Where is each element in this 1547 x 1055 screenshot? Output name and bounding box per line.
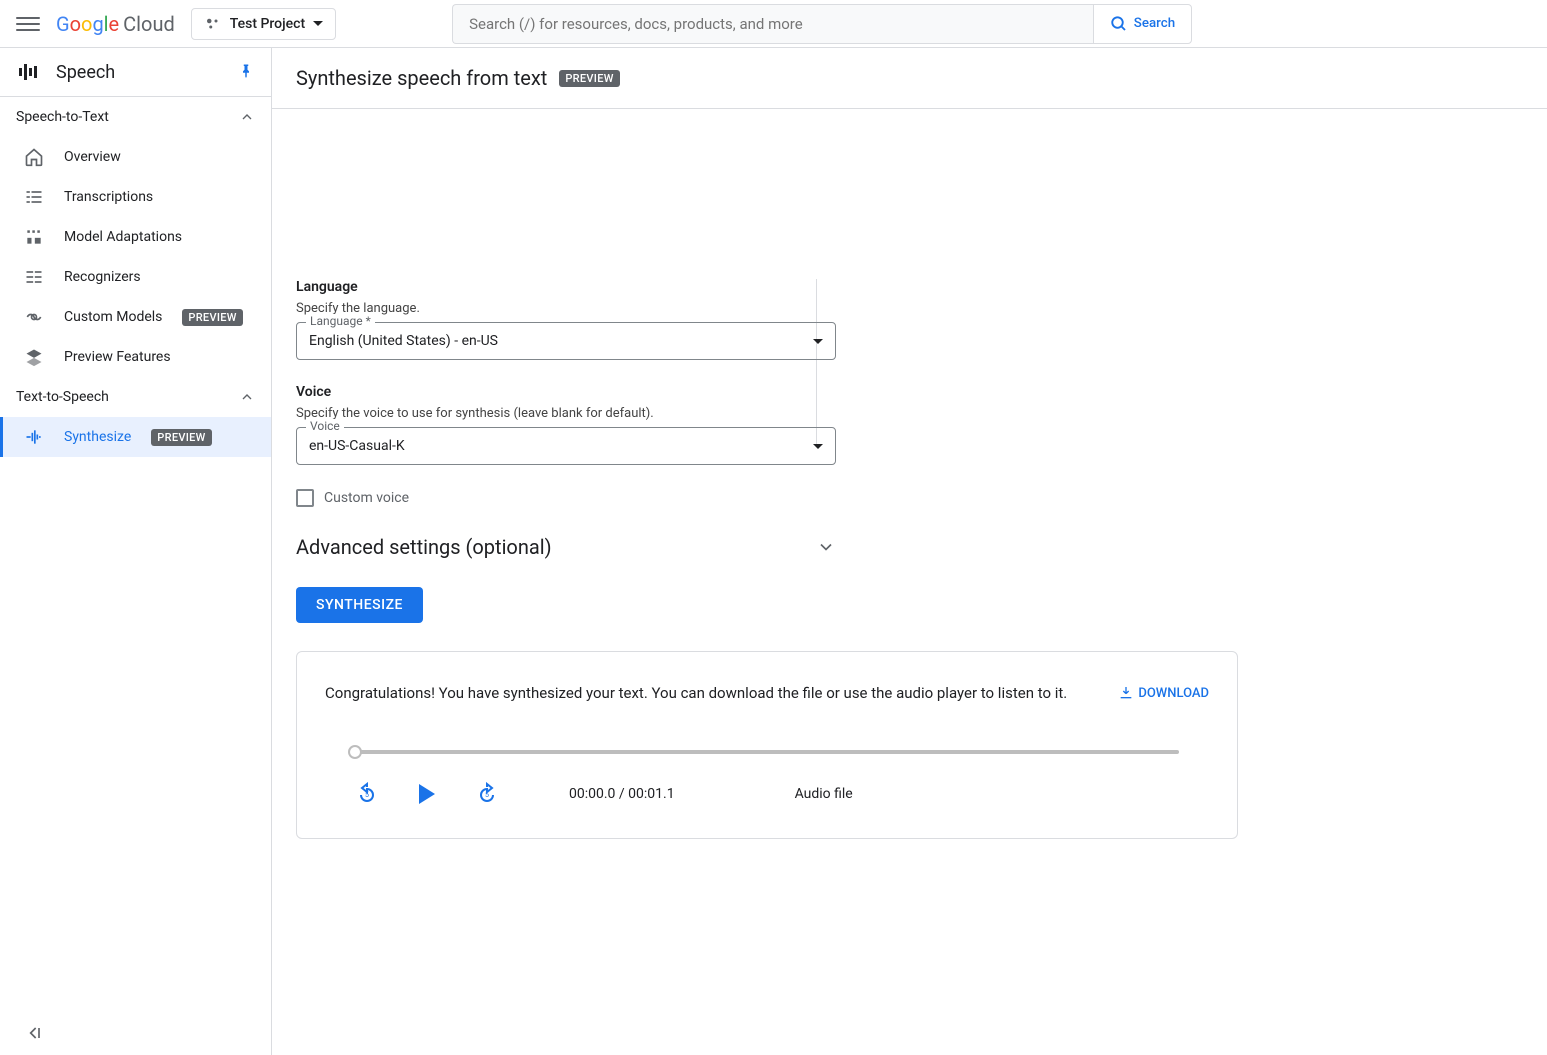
synthesize-icon [24, 427, 44, 447]
search-icon [1110, 15, 1128, 33]
synthesize-button[interactable]: SYNTHESIZE [296, 587, 423, 623]
voice-select[interactable]: en-US-Casual-K [296, 427, 836, 465]
search-container: Search [452, 4, 1192, 44]
svg-text:5: 5 [365, 791, 369, 799]
search-button[interactable]: Search [1093, 4, 1192, 44]
custom-voice-row: Custom voice [296, 489, 1238, 507]
audio-track[interactable] [355, 750, 1179, 754]
nav-label: Synthesize [64, 429, 131, 445]
search-input[interactable] [452, 4, 1093, 44]
speech-product-icon [16, 60, 40, 84]
chevron-down-icon [813, 444, 823, 449]
audio-thumb[interactable] [348, 745, 362, 759]
sidebar-item-model-adaptations[interactable]: Model Adaptations [0, 217, 271, 257]
search-button-label: Search [1134, 16, 1175, 31]
project-name: Test Project [230, 16, 305, 32]
voice-heading: Voice [296, 384, 1238, 400]
nav-label: Overview [64, 149, 121, 165]
chevron-down-icon [816, 537, 836, 557]
nav-label: Recognizers [64, 269, 141, 285]
audio-player: 5 5 00:00.0 / 00:01.1 Audio file [325, 750, 1209, 806]
language-description: Specify the language. [296, 301, 1238, 316]
sidebar-item-preview-features[interactable]: Preview Features [0, 337, 271, 377]
forward-5-icon[interactable]: 5 [475, 782, 499, 806]
language-heading: Language [296, 279, 1238, 295]
sidebar-item-transcriptions[interactable]: Transcriptions [0, 177, 271, 217]
audio-file-label: Audio file [795, 786, 853, 802]
advanced-settings-toggle[interactable]: Advanced settings (optional) [296, 535, 836, 559]
project-icon [204, 15, 222, 33]
advanced-settings-label: Advanced settings (optional) [296, 535, 552, 559]
custom-voice-label: Custom voice [324, 490, 409, 506]
nav-label: Custom Models [64, 309, 162, 325]
section-speech-to-text[interactable]: Speech-to-Text [0, 97, 271, 137]
sidebar-title: Speech [56, 62, 221, 83]
language-section: Language Specify the language. Language … [296, 279, 1238, 360]
section-label: Text-to-Speech [16, 389, 109, 405]
download-button[interactable]: DOWNLOAD [1118, 685, 1209, 701]
custom-voice-checkbox[interactable] [296, 489, 314, 507]
language-field-label: Language * [306, 314, 375, 328]
page-title: Synthesize speech from text [296, 66, 547, 90]
sidebar-collapse-button[interactable] [24, 1023, 44, 1043]
svg-text:5: 5 [485, 791, 489, 799]
home-icon [24, 147, 44, 167]
result-card: Congratulations! You have synthesized yo… [296, 651, 1238, 839]
preview-features-icon [24, 347, 44, 367]
replay-5-icon[interactable]: 5 [355, 782, 379, 806]
chevron-up-icon [239, 109, 255, 125]
custom-models-icon [24, 307, 44, 327]
preview-badge: PREVIEW [151, 429, 211, 446]
voice-description: Specify the voice to use for synthesis (… [296, 406, 1238, 421]
vertical-divider [816, 279, 817, 444]
section-text-to-speech[interactable]: Text-to-Speech [0, 377, 271, 417]
recognizers-icon [24, 267, 44, 287]
audio-time: 00:00.0 / 00:01.1 [569, 786, 675, 802]
voice-section: Voice Specify the voice to use for synth… [296, 384, 1238, 465]
section-label: Speech-to-Text [16, 109, 109, 125]
nav-label: Preview Features [64, 349, 171, 365]
sidebar: Speech Speech-to-Text Overview Transcrip… [0, 48, 272, 1055]
language-field: Language * English (United States) - en-… [296, 322, 836, 360]
preview-badge: PREVIEW [559, 70, 619, 87]
language-value: English (United States) - en-US [309, 333, 498, 349]
sidebar-item-overview[interactable]: Overview [0, 137, 271, 177]
download-label: DOWNLOAD [1138, 686, 1209, 701]
play-button-icon[interactable] [419, 784, 435, 804]
result-message: Congratulations! You have synthesized yo… [325, 684, 1067, 702]
transcriptions-icon [24, 187, 44, 207]
top-header: Google Cloud Test Project Search [0, 0, 1547, 48]
download-icon [1118, 685, 1134, 701]
collapse-icon [24, 1023, 44, 1043]
nav-label: Model Adaptations [64, 229, 182, 245]
model-adaptations-icon [24, 227, 44, 247]
pin-icon[interactable] [237, 63, 255, 81]
preview-badge: PREVIEW [182, 309, 242, 326]
language-select[interactable]: English (United States) - en-US [296, 322, 836, 360]
logo-cloud-text: Cloud [123, 12, 175, 36]
nav-label: Transcriptions [64, 189, 153, 205]
main-content: Synthesize speech from text PREVIEW Lang… [272, 48, 1547, 1055]
chevron-up-icon [239, 389, 255, 405]
page-header: Synthesize speech from text PREVIEW [272, 48, 1547, 109]
project-selector[interactable]: Test Project [191, 8, 336, 40]
chevron-down-icon [313, 21, 323, 26]
voice-value: en-US-Casual-K [309, 438, 405, 454]
sidebar-item-synthesize[interactable]: Synthesize PREVIEW [0, 417, 271, 457]
sidebar-header: Speech [0, 48, 271, 97]
chevron-down-icon [813, 339, 823, 344]
voice-field-label: Voice [306, 419, 344, 433]
voice-field: Voice en-US-Casual-K [296, 427, 836, 465]
google-cloud-logo[interactable]: Google Cloud [56, 12, 175, 36]
sidebar-item-custom-models[interactable]: Custom Models PREVIEW [0, 297, 271, 337]
hamburger-menu-icon[interactable] [16, 12, 40, 36]
sidebar-item-recognizers[interactable]: Recognizers [0, 257, 271, 297]
